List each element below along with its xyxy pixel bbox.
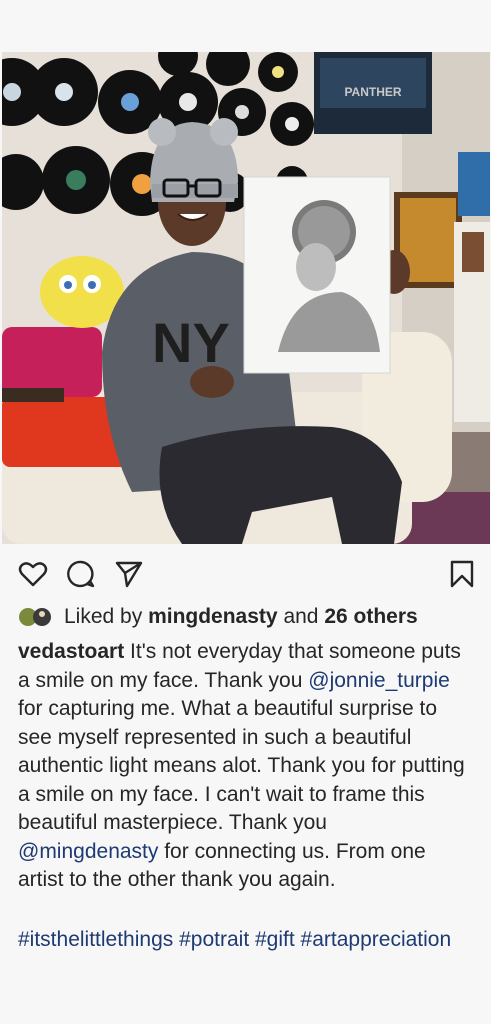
post-photo[interactable]: PANTHER NY [2, 52, 490, 544]
bookmark-icon[interactable] [447, 559, 477, 589]
heart-icon[interactable] [18, 559, 48, 589]
caption-text-2: for capturing me. What a beautiful surpr… [18, 697, 465, 834]
hashtag[interactable]: #itsthelittlethings [18, 928, 173, 951]
likes-prefix: Liked by [64, 605, 143, 628]
portrait-drawing [243, 176, 391, 374]
caption-mention-1[interactable]: @jonnie_turpie [308, 669, 450, 692]
caption-username[interactable]: vedastoart [18, 640, 124, 663]
hashtags: #itsthelittlethings #potrait #gift #arta… [0, 925, 491, 954]
likes-summary[interactable]: Liked by mingdenasty and 26 others [0, 600, 491, 634]
top-spacer [0, 0, 491, 52]
liker-username[interactable]: mingdenasty [148, 605, 278, 629]
svg-text:NY: NY [152, 311, 230, 374]
movie-poster: PANTHER [314, 52, 432, 134]
hashtag[interactable]: #artappreciation [301, 928, 452, 951]
post-photo-illustration: PANTHER NY [2, 52, 490, 544]
likes-others-link[interactable]: 26 others [324, 605, 417, 629]
liker-avatars-icon [19, 608, 51, 626]
caption-mention-2[interactable]: @mingdenasty [18, 840, 158, 863]
paper-plane-icon[interactable] [114, 559, 144, 589]
post-caption: vedastoart It's not everyday that someon… [0, 634, 491, 895]
post-actions-bar [0, 544, 491, 600]
comment-icon[interactable] [66, 559, 96, 589]
hashtag[interactable]: #gift [255, 928, 295, 951]
svg-text:PANTHER: PANTHER [344, 85, 401, 99]
likes-joiner: and [283, 605, 319, 628]
hashtag[interactable]: #potrait [179, 928, 249, 951]
